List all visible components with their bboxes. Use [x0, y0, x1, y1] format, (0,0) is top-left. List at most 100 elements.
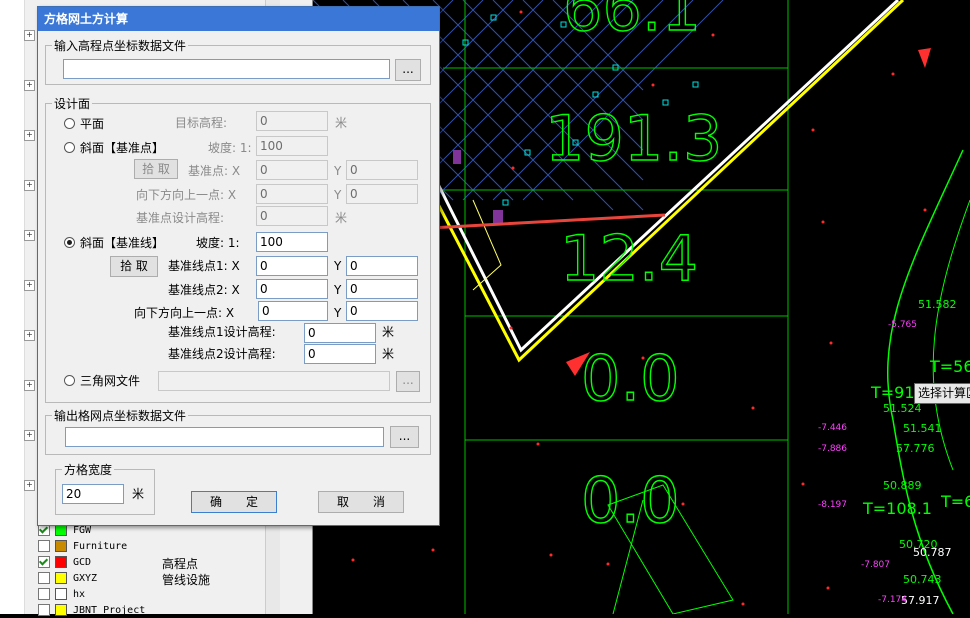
line-p1-elev-input[interactable]: 0: [304, 323, 376, 343]
elev-label: -7.886: [818, 444, 847, 454]
line-p2-x-input[interactable]: 0: [256, 279, 328, 299]
layer-name: hx: [73, 588, 86, 600]
tree-expand-icon[interactable]: +: [24, 230, 35, 241]
elev-label: -5.765: [888, 320, 917, 330]
tin-browse-button[interactable]: ...: [396, 371, 420, 392]
tree-expand-icon[interactable]: +: [24, 130, 35, 141]
line-p2-elev-input[interactable]: 0: [304, 344, 376, 364]
tree-expand-icon[interactable]: +: [24, 280, 35, 291]
plane-label: 平面: [80, 117, 105, 131]
line-point2-label: 基准线点2: X: [168, 283, 240, 297]
target-elev-label: 目标高程:: [175, 116, 228, 130]
grid-earthwork-dialog: 方格网土方计算 输入高程点坐标数据文件 ... 设计面 平面 目标高程: 0 米…: [37, 6, 440, 526]
tree-expand-icon[interactable]: +: [24, 30, 35, 41]
layer-color-swatch[interactable]: [55, 572, 67, 584]
layer-visible-checkbox[interactable]: [38, 540, 50, 552]
cancel-button[interactable]: 取 消: [318, 491, 404, 513]
layer-row[interactable]: GCD: [38, 554, 91, 570]
layer-row[interactable]: Furniture: [38, 538, 127, 554]
unit-label: 米: [132, 487, 145, 501]
elev-label: 50.787: [913, 546, 952, 559]
y-label: Y: [334, 164, 342, 178]
layer-visible-checkbox[interactable]: [38, 556, 50, 568]
layer-row[interactable]: JBNT_Project: [38, 602, 145, 618]
tree-strip: [0, 0, 25, 614]
input-browse-button[interactable]: ...: [395, 59, 421, 81]
output-file-legend: 输出格网点坐标数据文件: [54, 409, 187, 423]
layer-color-swatch[interactable]: [55, 540, 67, 552]
cell-value-2: 191.3: [545, 102, 723, 175]
line-down-up-y-input[interactable]: 0: [346, 301, 418, 321]
layer-color-swatch[interactable]: [55, 604, 67, 616]
line-point1-elev-label: 基准线点1设计高程:: [168, 325, 276, 339]
layer-color-swatch[interactable]: [55, 556, 67, 568]
down-up-label: 向下方向上一点: X: [134, 306, 235, 320]
plane-radio[interactable]: [64, 118, 75, 129]
unit-label: 米: [382, 325, 395, 339]
elev-label: -7.174: [878, 595, 907, 605]
elev-label: T=6: [940, 492, 970, 511]
tree-expand-icon[interactable]: +: [24, 380, 35, 391]
slope-line-label: 斜面【基准线】: [80, 236, 165, 250]
tree-expand-icon[interactable]: +: [24, 180, 35, 191]
base-x-input[interactable]: 0: [256, 160, 328, 180]
layer-color-swatch[interactable]: [55, 588, 67, 600]
elev-label: -8.197: [818, 500, 847, 510]
layer-visible-checkbox[interactable]: [38, 604, 50, 616]
line-p1-y-input[interactable]: 0: [346, 256, 418, 276]
tin-radio[interactable]: [64, 375, 75, 386]
unit-label: 米: [382, 347, 395, 361]
tree-expand-icon[interactable]: +: [24, 480, 35, 491]
line-p2-y-input[interactable]: 0: [346, 279, 418, 299]
slope-point-radio[interactable]: [64, 142, 75, 153]
line-down-up-x-input[interactable]: 0: [258, 301, 328, 321]
tree-expand-icon[interactable]: +: [24, 430, 35, 441]
elev-label: -7.807: [861, 560, 890, 570]
layer-name: GXYZ: [73, 572, 98, 584]
base-y-input[interactable]: 0: [346, 160, 418, 180]
y-label: Y: [334, 283, 342, 297]
unit-label: 米: [335, 211, 348, 225]
grid-width-legend: 方格宽度: [64, 463, 113, 477]
tree-expand-icon[interactable]: +: [24, 330, 35, 341]
slope-point-slope-input[interactable]: 100: [256, 136, 328, 156]
slope-label: 坡度: 1:: [196, 236, 240, 250]
tree-expand-icon[interactable]: +: [24, 80, 35, 91]
pick-line-button[interactable]: 拾 取: [110, 256, 158, 277]
layer-visible-checkbox[interactable]: [38, 572, 50, 584]
slope-line-radio[interactable]: [64, 237, 75, 248]
line-point2-elev-label: 基准线点2设计高程:: [168, 347, 276, 361]
line-point1-label: 基准线点1: X: [168, 259, 240, 273]
down-up-y-input[interactable]: 0: [346, 184, 418, 204]
input-file-legend: 输入高程点坐标数据文件: [54, 39, 187, 53]
tin-label: 三角网文件: [80, 374, 141, 388]
layer-row[interactable]: hx: [38, 586, 85, 602]
down-up-x-input[interactable]: 0: [256, 184, 328, 204]
slope-line-slope-input[interactable]: 100: [256, 232, 328, 252]
tin-file-path[interactable]: [158, 371, 390, 391]
layer-row[interactable]: GXYZ: [38, 570, 97, 586]
target-elev-input[interactable]: 0: [256, 111, 328, 131]
cell-value-1: 66.1: [563, 0, 701, 45]
output-file-path[interactable]: [65, 427, 384, 447]
input-file-path[interactable]: [63, 59, 390, 79]
cell-value-3: 12.4: [560, 222, 698, 295]
ok-button[interactable]: 确 定: [191, 491, 277, 513]
layer-description: 高程点: [162, 557, 199, 571]
y-label: Y: [334, 306, 342, 320]
elev-label: 50.743: [903, 573, 942, 586]
boundary-white: [429, 0, 900, 353]
layer-visible-checkbox[interactable]: [38, 588, 50, 600]
base-point-label: 基准点: X: [188, 164, 241, 178]
base-elev-input[interactable]: 0: [256, 206, 328, 226]
pick-point-button[interactable]: 拾 取: [134, 159, 178, 179]
line-p1-x-input[interactable]: 0: [256, 256, 328, 276]
elev-label: 51.541: [903, 422, 942, 435]
elev-label: T=91: [870, 383, 915, 402]
y-label: Y: [334, 259, 342, 273]
grid-width-input[interactable]: 20: [62, 484, 124, 504]
layer-name: FGW: [73, 524, 92, 536]
output-browse-button[interactable]: ...: [390, 426, 419, 448]
tooltip: 选择计算区: [914, 383, 970, 404]
design-surface-legend: 设计面: [54, 97, 91, 111]
